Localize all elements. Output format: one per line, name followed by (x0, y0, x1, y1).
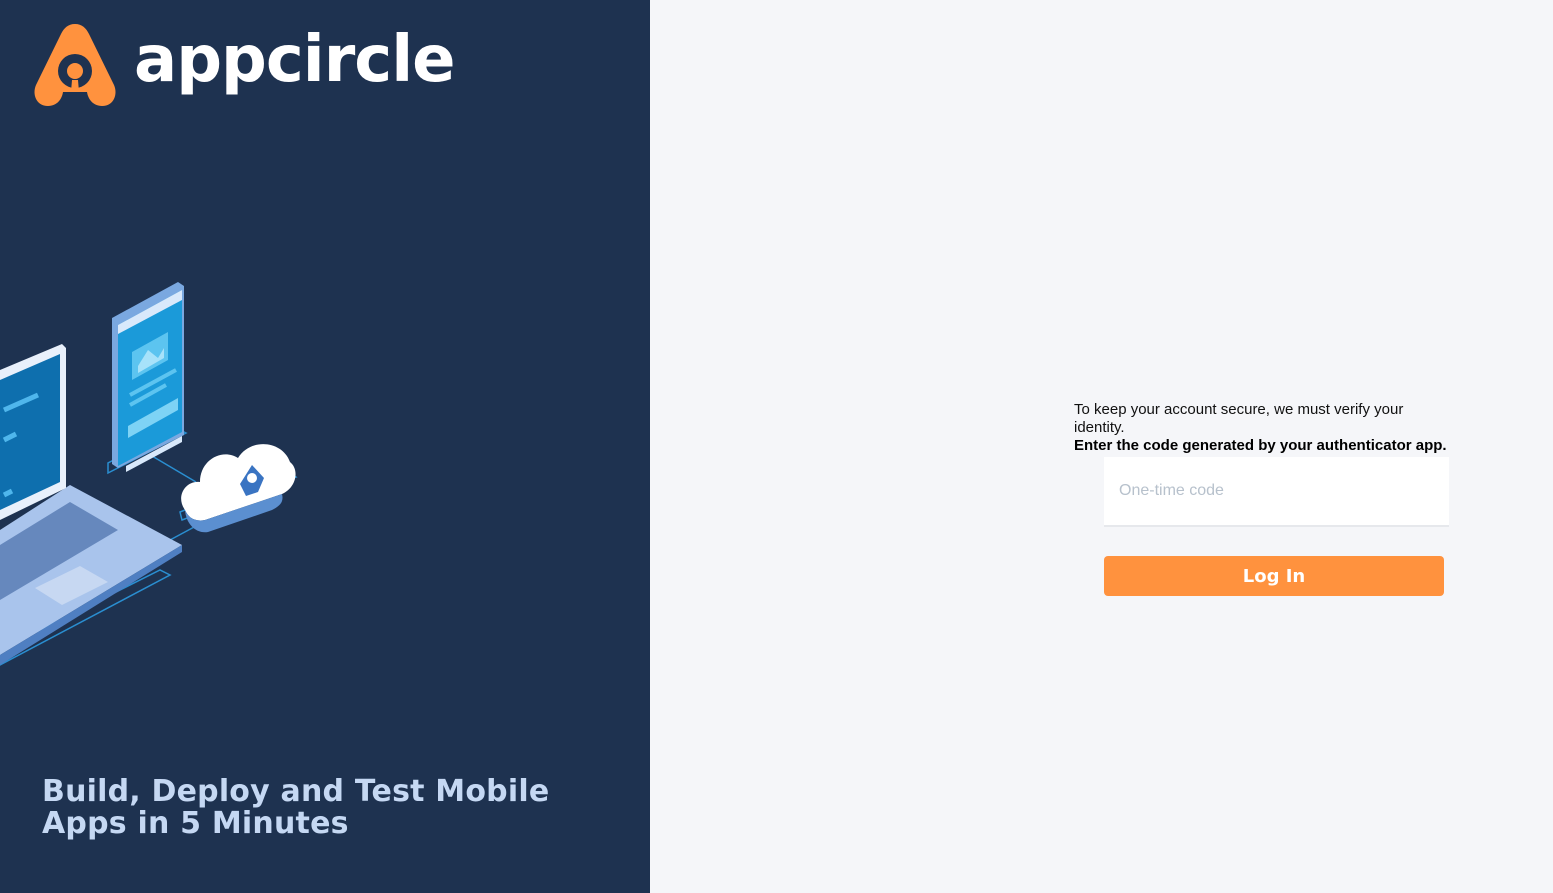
instruction-text: Enter the code generated by your authent… (1074, 437, 1447, 454)
one-time-code-input[interactable] (1104, 457, 1449, 527)
brand-name: appcircle (134, 23, 456, 97)
login-button[interactable]: Log In (1104, 556, 1444, 596)
auth-panel: To keep your account secure, we must ver… (650, 0, 1553, 893)
otp-verification-form: To keep your account secure, we must ver… (1074, 401, 1454, 596)
info-text: To keep your account secure, we must ver… (1074, 401, 1404, 436)
login-page: appcircle Build, Deploy and Test Mobile … (0, 0, 1553, 893)
brand-panel: appcircle Build, Deploy and Test Mobile … (0, 0, 650, 893)
appcircle-logo: appcircle (32, 22, 456, 108)
tagline: Build, Deploy and Test Mobile Apps in 5 … (42, 774, 550, 841)
devices-cloud-illustration (0, 282, 298, 666)
appcircle-logo-icon (34, 24, 116, 106)
